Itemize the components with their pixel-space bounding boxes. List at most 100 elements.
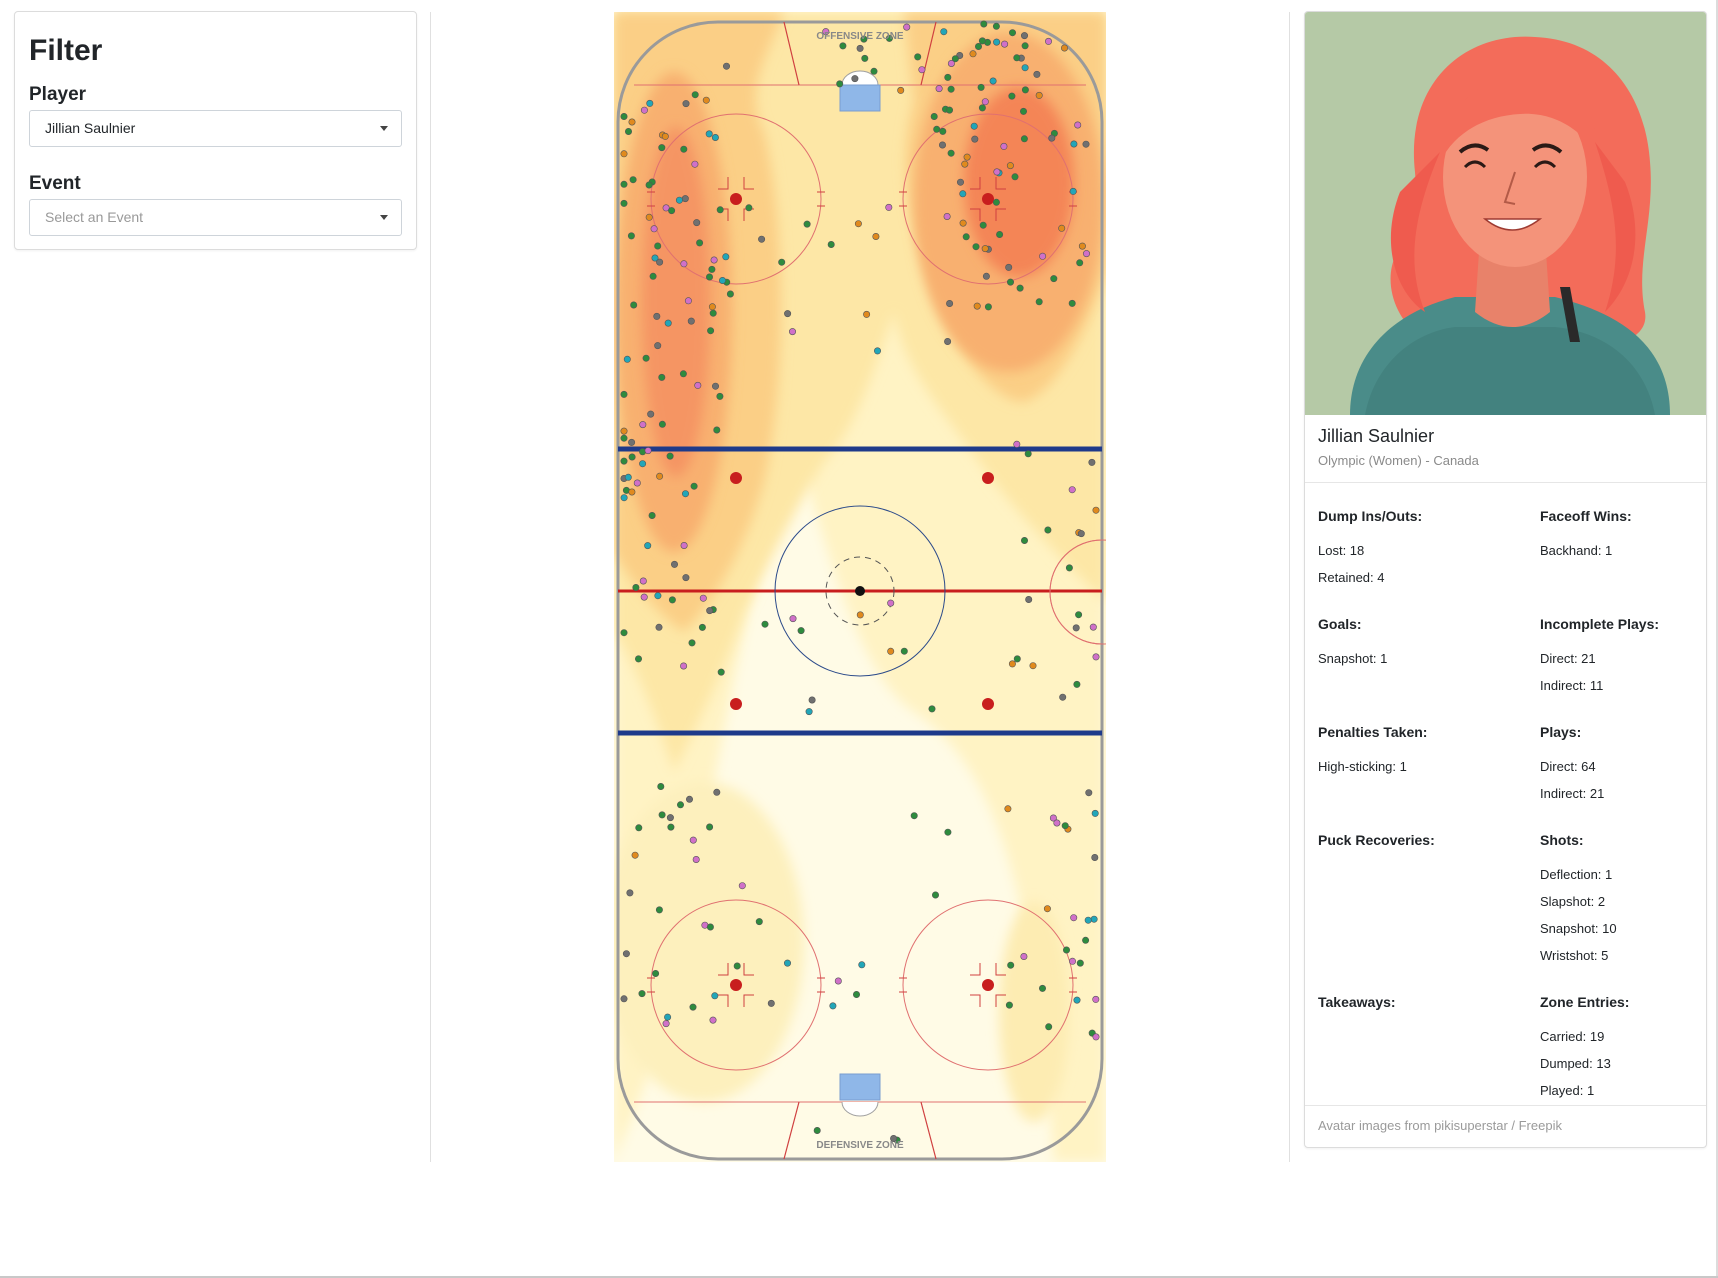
event-marker <box>726 290 734 298</box>
event-marker <box>639 577 647 585</box>
event-marker <box>1038 984 1046 992</box>
event-marker <box>992 198 1000 206</box>
event-marker <box>1092 506 1100 514</box>
event-marker <box>620 390 628 398</box>
event-marker <box>789 328 797 336</box>
event-marker <box>686 795 694 803</box>
event-marker <box>738 882 746 890</box>
player-select-value: Jillian Saulnier <box>45 120 136 136</box>
event-select[interactable]: Select an Event <box>29 199 402 236</box>
event-marker <box>853 990 861 998</box>
stat-plays-line: Direct: 64 <box>1540 759 1596 774</box>
event-marker <box>1045 1023 1053 1031</box>
event-marker <box>805 708 813 716</box>
chevron-down-icon <box>380 126 388 131</box>
event-marker <box>1048 134 1056 142</box>
event-marker <box>705 130 713 138</box>
event-marker <box>633 479 641 487</box>
event-marker <box>1092 1033 1100 1041</box>
event-marker <box>625 128 633 136</box>
event-marker <box>684 297 692 305</box>
stat-zone-line: Dumped: 13 <box>1540 1056 1611 1071</box>
event-marker <box>664 319 672 327</box>
event-marker <box>1033 70 1041 78</box>
event-marker <box>696 239 704 247</box>
event-marker <box>707 327 715 335</box>
event-marker <box>962 233 970 241</box>
event-marker <box>872 233 880 241</box>
event-marker <box>970 122 978 130</box>
event-marker <box>628 453 636 461</box>
event-marker <box>733 962 741 970</box>
event-marker <box>649 272 657 280</box>
event-marker <box>629 176 637 184</box>
event-marker <box>1090 915 1098 923</box>
stat-shots-line: Slapshot: 2 <box>1540 894 1606 909</box>
event-marker <box>638 990 646 998</box>
event-marker <box>836 80 844 88</box>
event-marker <box>654 342 662 350</box>
divider <box>1305 1105 1706 1106</box>
event-marker <box>974 42 982 50</box>
event-marker <box>647 410 655 418</box>
event-marker <box>944 73 952 81</box>
event-marker <box>1091 853 1099 861</box>
event-marker <box>981 98 989 106</box>
event-marker <box>1068 957 1076 965</box>
event-marker <box>885 203 893 211</box>
event-marker <box>655 906 663 914</box>
event-marker <box>708 303 716 311</box>
event-marker <box>993 168 1001 176</box>
stat-zone-line: Carried: 19 <box>1540 1029 1605 1044</box>
event-marker <box>620 150 628 158</box>
event-marker <box>1073 680 1081 688</box>
event-marker <box>1044 526 1052 534</box>
event-marker <box>1007 961 1015 969</box>
event-marker <box>1088 458 1096 466</box>
event-marker <box>1008 660 1016 668</box>
event-marker <box>634 655 642 663</box>
event-marker <box>680 145 688 153</box>
event-marker <box>709 1016 717 1024</box>
event-marker <box>873 347 881 355</box>
event-marker <box>1011 173 1019 181</box>
event-marker <box>870 67 878 75</box>
event-marker <box>1021 86 1029 94</box>
event-marker <box>1013 440 1021 448</box>
event-marker <box>620 494 628 502</box>
event-marker <box>622 950 630 958</box>
event-marker <box>691 91 699 99</box>
event-marker <box>620 995 628 1003</box>
event-marker <box>644 542 652 550</box>
event-marker <box>711 134 719 142</box>
event-marker <box>984 303 992 311</box>
event-marker <box>1029 662 1037 670</box>
event-marker <box>654 242 662 250</box>
event-marker <box>839 42 847 50</box>
event-marker <box>918 66 926 74</box>
event-marker <box>1082 250 1090 258</box>
event-marker <box>1004 805 1012 813</box>
event-marker <box>658 144 666 152</box>
event-marker <box>631 851 639 859</box>
event-marker <box>797 627 805 635</box>
event-marker <box>667 823 675 831</box>
event-marker <box>682 574 690 582</box>
event-marker <box>933 125 941 133</box>
event-marker <box>856 611 864 619</box>
event-marker <box>789 615 797 623</box>
event-marker <box>680 260 688 268</box>
event-marker <box>661 132 669 140</box>
stat-penalties-title: Penalties Taken: <box>1318 724 1428 740</box>
event-marker <box>694 381 702 389</box>
stat-shots-line: Wristshot: 5 <box>1540 948 1609 963</box>
event-marker <box>1082 140 1090 148</box>
event-marker <box>1001 40 1009 48</box>
event-marker <box>935 85 943 93</box>
event-marker <box>692 855 700 863</box>
event-marker <box>710 256 718 264</box>
player-select[interactable]: Jillian Saulnier <box>29 110 402 147</box>
event-marker <box>1000 142 1008 150</box>
event-marker <box>979 221 987 229</box>
event-marker <box>687 317 695 325</box>
